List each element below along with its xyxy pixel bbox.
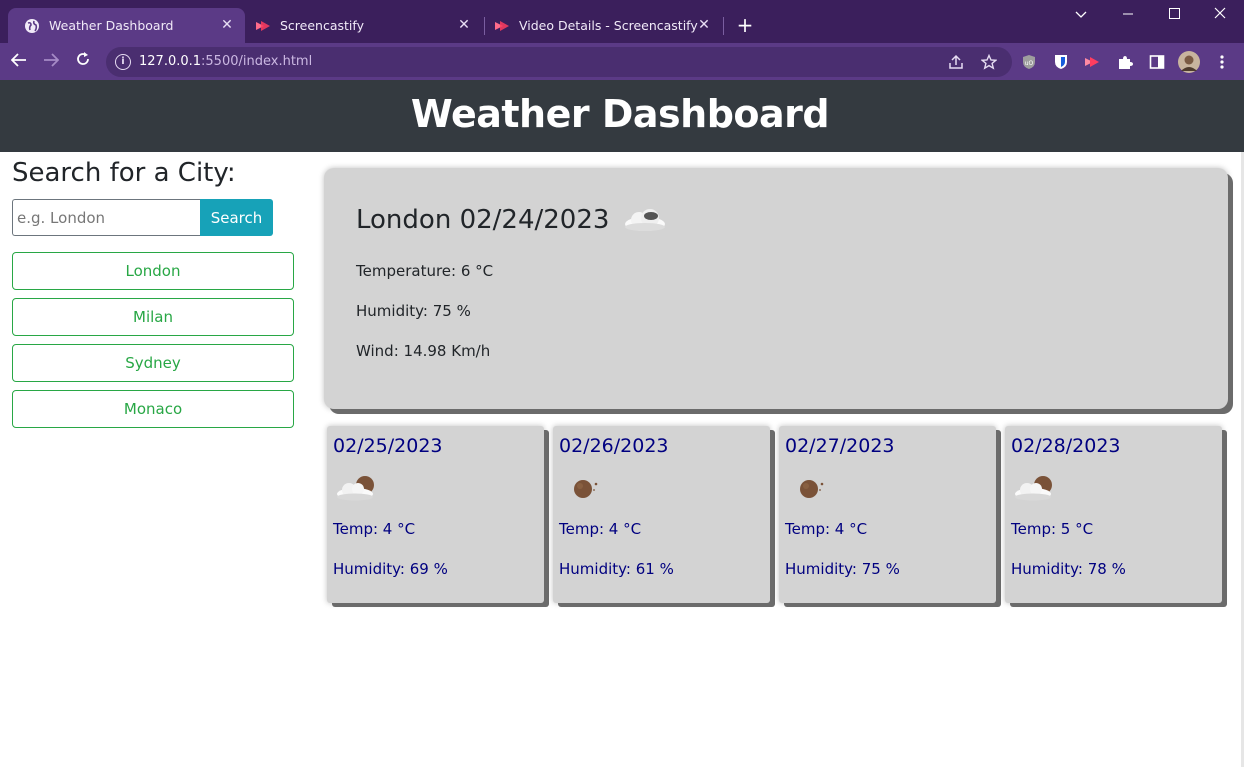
close-tab-icon[interactable]: ✕ [219,17,235,33]
extensions-puzzle-icon[interactable] [1116,53,1134,71]
forecast-card: 02/27/2023 Temp: 4 °C Humidity: 75 % [779,426,996,603]
forecast-date: 02/26/2023 [559,435,669,457]
minimize-button[interactable] [1105,6,1151,26]
back-arrow-icon[interactable] [8,51,30,73]
forecast-card: 02/26/2023 Temp: 4 °C Humidity: 61 % [553,426,770,603]
history-city-button[interactable]: Sydney [12,344,294,382]
tab-separator [723,17,724,35]
forecast-humidity: Humidity: 69 % [333,560,448,578]
bitwarden-extension-icon[interactable] [1052,53,1070,71]
new-tab-button[interactable]: + [734,15,756,37]
city-search-input[interactable] [12,199,201,236]
maximize-button[interactable] [1151,6,1197,26]
cloudy-night-icon [1015,476,1052,501]
tab-search-chevron-icon[interactable] [1058,6,1104,26]
forecast-date: 02/25/2023 [333,435,443,457]
forecast-humidity: Humidity: 75 % [785,560,900,578]
forecast-temp: Temp: 4 °C [785,520,868,538]
screencastify-icon [255,18,271,34]
city-date-label: London 02/24/2023 [356,205,610,235]
moon-icon [800,480,824,498]
tab-title: Weather Dashboard [49,18,174,33]
svg-text:uO: uO [1025,60,1034,67]
screencastify-extension-icon[interactable] [1083,53,1101,71]
forecast-temp: Temp: 4 °C [559,520,642,538]
screencastify-icon [494,18,510,34]
cloud-icon [625,209,666,231]
address-bar[interactable]: i 127.0.0.1:5500/index.html [106,47,1012,77]
menu-kebab-icon[interactable] [1213,53,1231,71]
cloudy-night-icon [337,476,374,501]
forecast-humidity: Humidity: 61 % [559,560,674,578]
current-weather-card: London 02/24/2023 Temperature: 6 °C Humi… [324,168,1228,409]
current-wind: Wind: 14.98 Km/h [356,342,491,360]
forecast-temp: Temp: 5 °C [1011,520,1094,538]
close-tab-icon[interactable]: ✕ [456,17,472,33]
tab-video-details[interactable]: Video Details - Screencastify ✕ [485,8,722,43]
reload-icon[interactable] [72,51,94,73]
search-button[interactable]: Search [200,199,273,236]
share-icon[interactable] [947,54,965,72]
forecast-card: 02/25/2023 Temp: 4 °C Humidity: 69 % [327,426,544,603]
site-info-icon[interactable]: i [115,54,131,70]
bookmark-star-icon[interactable] [980,53,998,72]
tab-title: Screencastify [280,18,364,33]
page-title: Weather Dashboard [410,92,830,136]
history-city-button[interactable]: London [12,252,294,290]
current-weather-heading: London 02/24/2023 [356,204,667,236]
page-header: Weather Dashboard [0,80,1244,152]
profile-avatar-icon[interactable] [1178,51,1200,73]
side-panel-icon[interactable] [1148,53,1166,71]
tab-title: Video Details - Screencastify [519,18,698,33]
current-humidity: Humidity: 75 % [356,302,471,320]
forecast-temp: Temp: 4 °C [333,520,416,538]
address-url: 127.0.0.1:5500/index.html [139,54,313,69]
globe-icon [24,18,40,34]
close-window-button[interactable] [1197,6,1243,26]
forward-arrow-icon[interactable] [40,51,62,73]
history-city-button[interactable]: Monaco [12,390,294,428]
forecast-humidity: Humidity: 78 % [1011,560,1126,578]
ublock-extension-icon[interactable]: uO [1020,53,1038,71]
search-title: Search for a City: [12,158,236,188]
tab-weather-dashboard[interactable]: Weather Dashboard ✕ [8,8,245,43]
browser-toolbar: i 127.0.0.1:5500/index.html uO [0,43,1244,80]
current-temperature: Temperature: 6 °C [356,262,494,280]
moon-icon [574,480,598,498]
forecast-card: 02/28/2023 Temp: 5 °C Humidity: 78 % [1005,426,1222,603]
close-tab-icon[interactable]: ✕ [696,17,712,33]
history-city-button[interactable]: Milan [12,298,294,336]
tab-screencastify[interactable]: Screencastify ✕ [245,8,482,43]
forecast-date: 02/27/2023 [785,435,895,457]
forecast-date: 02/28/2023 [1011,435,1121,457]
browser-tab-strip: Weather Dashboard ✕ Screencastify ✕ Vide… [0,0,1244,43]
